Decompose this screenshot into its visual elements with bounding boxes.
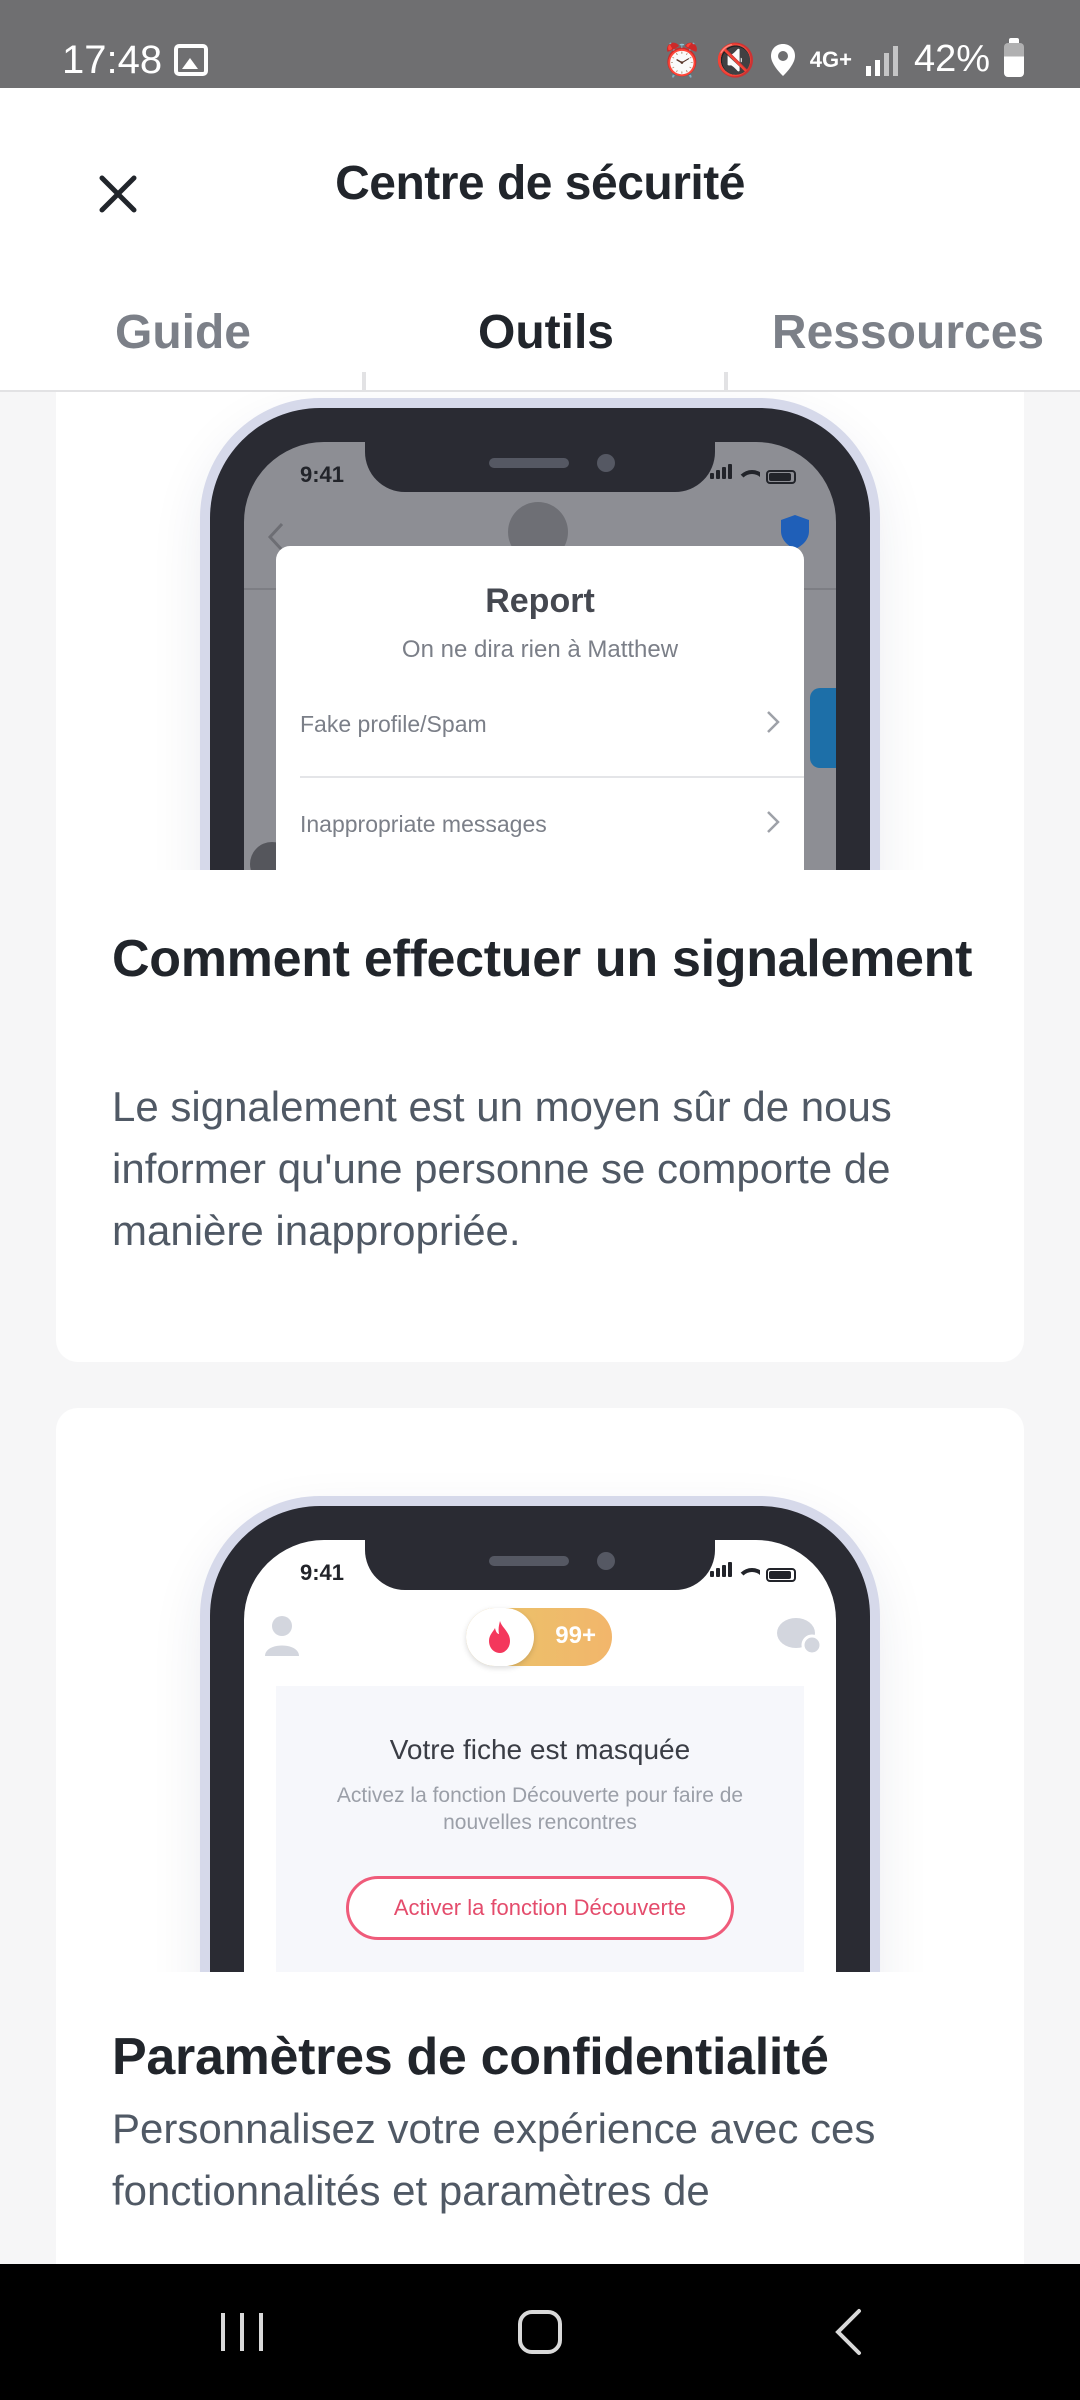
phone-notch (365, 1540, 715, 1590)
recents-button[interactable] (142, 2264, 342, 2400)
mute-icon: 🔇 (715, 40, 756, 79)
activate-discovery-button: Activer la fonction Découverte (346, 1876, 734, 1940)
phone-status-icons (710, 1562, 796, 1582)
system-nav-bar (0, 2264, 1080, 2400)
location-icon (770, 43, 795, 76)
phone-mockup: 9:41 Report On ne dira rien à Matthew Fa… (210, 408, 870, 870)
card-description: Le signalement est un moyen sûr de nous … (112, 1083, 892, 1254)
chat-icon (777, 1618, 822, 1656)
card-description: Personnalisez votre expérience avec ces … (112, 2105, 876, 2214)
gallery-icon (174, 44, 208, 76)
status-bar: 17:48 ⏰ 🔇 4G+ 42% (0, 0, 1080, 88)
phone-signal-icon (710, 1562, 734, 1582)
report-option: Inappropriate messages (300, 776, 780, 870)
report-modal-subtitle: On ne dira rien à Matthew (401, 636, 679, 663)
phone-screen: 9:41 99+ Votre fiche est masquée Activez… (244, 1540, 836, 1972)
card-heading: Comment effectuer un signalement (112, 930, 973, 988)
flame-icon (489, 1621, 510, 1653)
phone-blue-tab (810, 688, 836, 768)
scroll-content[interactable]: 9:41 Report On ne dira rien à Matthew Fa… (0, 392, 1080, 2264)
safety-card-privacy[interactable]: 9:41 99+ Votre fiche est masquée Activez… (56, 1408, 1024, 2264)
status-icons: ⏰ 🔇 4G+ 42% (662, 37, 1024, 81)
tab-ressources[interactable]: Ressources (726, 272, 1080, 392)
shield-icon (781, 515, 809, 549)
page-title: Centre de sécurité (335, 157, 745, 210)
phone-screen: 9:41 Report On ne dira rien à Matthew Fa… (244, 442, 836, 870)
status-time: 17:48 (62, 38, 163, 82)
phone-notch (365, 442, 715, 492)
report-illustration: 9:41 Report On ne dira rien à Matthew Fa… (56, 392, 1024, 870)
phone-wifi-icon (740, 470, 760, 484)
signal-icon (865, 45, 898, 76)
report-modal: Report On ne dira rien à Matthew Fake pr… (276, 546, 804, 870)
badge-count: 99+ (555, 1622, 596, 1649)
alarm-icon: ⏰ (662, 40, 702, 79)
phone-status-icons (710, 464, 796, 484)
tab-bar: Guide Outils Ressources (0, 272, 1080, 452)
phone-mockup: 9:41 99+ Votre fiche est masquée Activez… (210, 1506, 870, 1972)
battery-icon (1004, 37, 1024, 77)
report-option: Fake profile/Spam (300, 676, 780, 772)
battery-percent: 42% (913, 38, 990, 80)
tab-outils[interactable]: Outils (366, 272, 726, 392)
phone-battery-icon (766, 470, 796, 484)
chevron-right-icon (767, 711, 780, 733)
phone-time: 9:41 (300, 1560, 345, 1585)
discovery-toggle: 99+ (466, 1608, 612, 1666)
phone-wifi-icon (740, 1568, 760, 1582)
report-option-label: Fake profile/Spam (300, 710, 487, 737)
app-header: Centre de sécurité Guide Outils Ressourc… (0, 88, 1080, 452)
profile-icon (265, 1616, 299, 1656)
privacy-illustration: 9:41 99+ Votre fiche est masquée Activez… (56, 1408, 1024, 1972)
network-type: 4G+ (809, 46, 852, 72)
hidden-profile-panel: Votre fiche est masquée Activez la fonct… (276, 1686, 804, 1972)
toggle-knob (466, 1608, 534, 1666)
phone-time: 9:41 (300, 462, 345, 487)
home-button[interactable] (440, 2264, 640, 2400)
phone-battery-icon (766, 1568, 796, 1582)
panel-title: Votre fiche est masquée (389, 1734, 691, 1765)
tab-guide[interactable]: Guide (0, 272, 366, 392)
back-icon (835, 2309, 861, 2355)
report-option-label: Inappropriate messages (300, 810, 547, 837)
report-modal-title: Report (485, 582, 595, 620)
recents-icon (221, 2313, 263, 2351)
home-icon (518, 2310, 562, 2354)
card-heading: Paramètres de confidentialité (112, 2028, 829, 2086)
phone-signal-icon (710, 464, 734, 484)
back-button[interactable] (748, 2264, 948, 2400)
panel-subtitle: Activez la fonction Découverte pour fair… (336, 1784, 744, 1834)
chevron-right-icon (767, 811, 780, 833)
safety-card-report[interactable]: 9:41 Report On ne dira rien à Matthew Fa… (56, 392, 1024, 1362)
